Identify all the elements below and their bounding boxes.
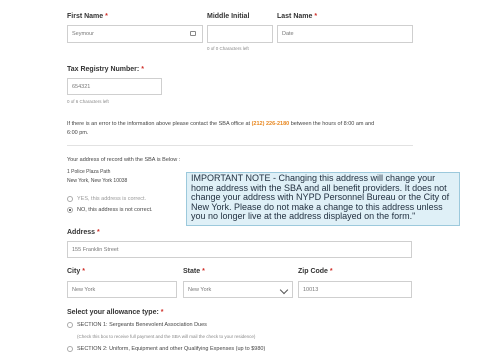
section1-label: SECTION 1: Sergeants Benevolent Associat… (77, 322, 207, 328)
section1-note: (Check this box to receive full payment … (77, 334, 256, 339)
tax-registry-value: 654321 (72, 83, 91, 90)
section2-radio[interactable] (67, 346, 73, 352)
address-correct-no-label: NO, this address is not correct. (77, 207, 153, 213)
tax-registry-counter: 0 of 6 Characters left (67, 99, 109, 104)
address-value: 155 Franklin Street (72, 246, 119, 253)
section1-radio[interactable] (67, 322, 73, 328)
address-record-line2: New York, New York 10038 (67, 178, 128, 184)
address-record-label: Your address of record with the SBA is B… (67, 157, 181, 163)
city-label: City * (67, 268, 85, 275)
last-name-value: Date (282, 31, 294, 37)
error-notice: If there is an error to the information … (67, 121, 375, 136)
city-input[interactable]: New York (67, 281, 177, 298)
address-correct-no-radio[interactable] (67, 207, 73, 213)
allowance-type-label: Select your allowance type: * (67, 309, 164, 316)
middle-initial-input[interactable] (207, 25, 273, 43)
city-value: New York (72, 286, 96, 293)
first-name-value: Seymour (72, 31, 95, 37)
important-note-text: IMPORTANT NOTE - Changing this address w… (191, 173, 450, 222)
first-name-label: First Name * (67, 13, 108, 20)
middle-initial-label: Middle Initial (207, 13, 250, 20)
zip-label: Zip Code * (298, 268, 333, 275)
state-select[interactable]: New York (183, 281, 293, 298)
zip-value: 10013 (303, 286, 319, 293)
state-label: State * (183, 268, 205, 275)
last-name-input[interactable]: Date (277, 25, 413, 43)
address-input[interactable]: 155 Franklin Street (67, 241, 412, 258)
zip-input[interactable]: 10013 (298, 281, 412, 298)
state-value: New York (188, 286, 212, 293)
tax-registry-label: Tax Registry Number: * (67, 66, 144, 73)
contact-card-icon (190, 31, 196, 36)
last-name-label: Last Name * (277, 13, 318, 20)
tax-registry-input[interactable]: 654321 (67, 78, 162, 95)
address-correct-yes-radio[interactable] (67, 196, 73, 202)
middle-initial-counter: 0 of 0 Characters left (207, 46, 249, 51)
important-note: IMPORTANT NOTE - Changing this address w… (186, 172, 460, 226)
section2-label: SECTION 2: Uniform, Equipment and other … (77, 346, 266, 352)
divider (67, 145, 413, 146)
chevron-down-icon (279, 285, 289, 295)
first-name-input[interactable]: Seymour (67, 25, 203, 43)
address-label: Address * (67, 229, 100, 236)
sba-phone: (212) 226-2180 (251, 121, 290, 127)
address-correct-yes-label: YES, this address is correct. (77, 196, 147, 202)
address-record-line1: 1 Police Plaza Path (67, 169, 111, 175)
